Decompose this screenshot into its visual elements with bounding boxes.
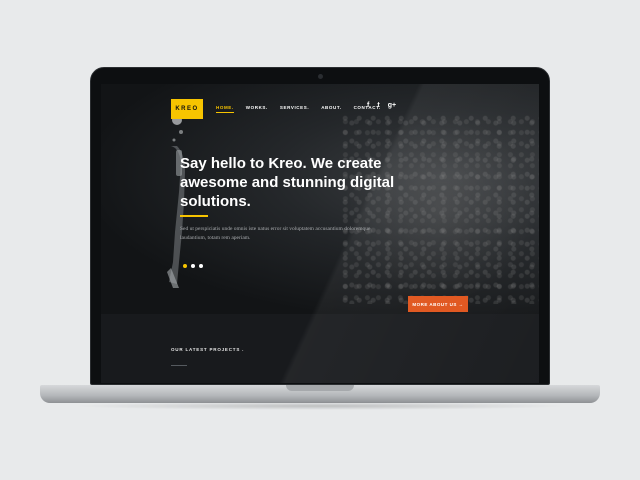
facebook-icon[interactable]: f <box>367 102 369 109</box>
kreo-logo[interactable]: KREO <box>171 99 203 119</box>
hero-section: KREO HOME. WORKS. SERVICES. ABOUT. CONTA… <box>101 84 539 314</box>
nav-works[interactable]: WORKS. <box>246 105 268 110</box>
more-about-us-button[interactable]: MORE ABOUT US → <box>408 296 468 312</box>
slider-dot-3[interactable] <box>199 264 203 268</box>
main-navigation: HOME. WORKS. SERVICES. ABOUT. CONTACT. <box>216 105 381 113</box>
slider-dot-2[interactable] <box>191 264 195 268</box>
website-screen: KREO HOME. WORKS. SERVICES. ABOUT. CONTA… <box>101 84 539 383</box>
social-links: f t g+ <box>367 102 396 109</box>
twitter-icon[interactable]: t <box>377 102 379 109</box>
nav-home[interactable]: HOME. <box>216 105 234 113</box>
slider-dot-1[interactable] <box>183 264 187 268</box>
google-plus-icon[interactable]: g+ <box>388 102 396 109</box>
slider-dots <box>183 264 203 268</box>
laptop-notch <box>286 385 354 391</box>
camera-icon <box>318 74 323 79</box>
laptop-shadow <box>70 402 570 410</box>
section-divider <box>171 365 187 366</box>
latest-projects-title: OUR LATEST PROJECTS . <box>171 347 245 352</box>
hero-subtext: Sed ut perspiciatis unde omnis iste natu… <box>180 226 371 241</box>
headline-underline <box>180 215 208 217</box>
latest-projects-section: OUR LATEST PROJECTS . <box>101 314 539 383</box>
nav-services[interactable]: SERVICES. <box>280 105 309 110</box>
nav-about[interactable]: ABOUT. <box>321 105 341 110</box>
hero-headline: Say hello to Kreo. We create awesome and… <box>180 155 395 210</box>
